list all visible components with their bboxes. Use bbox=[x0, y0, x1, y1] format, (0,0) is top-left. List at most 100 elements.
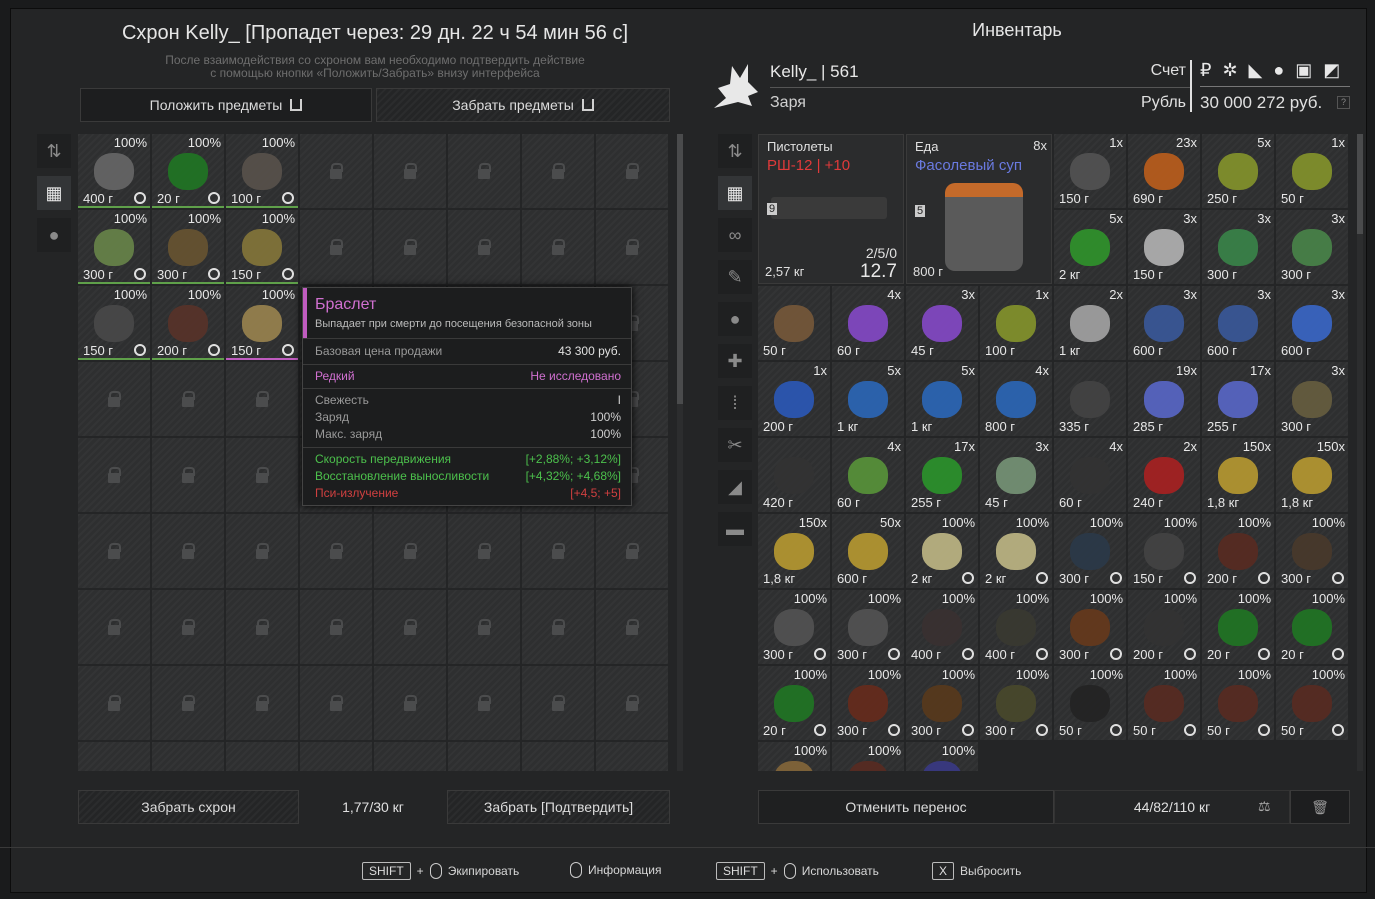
item-slot[interactable]: 100% 20 г bbox=[1202, 590, 1274, 664]
confirm-take-button[interactable]: Забрать [Подтвердить] bbox=[447, 790, 670, 824]
item-image bbox=[773, 381, 815, 419]
item-slot[interactable]: 100% 20 г bbox=[758, 666, 830, 740]
tools-filter-icon[interactable]: ✂ bbox=[718, 428, 752, 462]
item-slot[interactable]: 100% 150 г bbox=[1128, 514, 1200, 588]
item-slot[interactable]: 3x 45 г bbox=[906, 286, 978, 360]
locked-slot bbox=[448, 742, 520, 771]
item-slot[interactable]: 100% 2 кг bbox=[906, 514, 978, 588]
item-slot[interactable]: 100% 400 г bbox=[906, 590, 978, 664]
trash-button[interactable]: 🗑 bbox=[1290, 790, 1350, 824]
item-slot[interactable]: 150x 1,8 кг bbox=[758, 514, 830, 588]
item-slot[interactable]: 150x 1,8 кг bbox=[1276, 438, 1348, 512]
item-slot[interactable]: 100% 300 г bbox=[832, 666, 904, 740]
item-slot[interactable]: 3x 600 г bbox=[1128, 286, 1200, 360]
item-slot[interactable]: 100% 2 кг bbox=[980, 514, 1052, 588]
item-slot[interactable]: 100% 50 г bbox=[1202, 666, 1274, 740]
sort-icon[interactable]: ⇅ bbox=[37, 134, 71, 168]
inventory-scrollbar[interactable] bbox=[1357, 134, 1363, 771]
item-slot[interactable]: 4x 60 г bbox=[1054, 438, 1126, 512]
item-slot[interactable]: 100% 50 г bbox=[1054, 666, 1126, 740]
item-slot[interactable]: 100% 100 г bbox=[226, 134, 298, 208]
item-slot[interactable]: 100% 300 г bbox=[78, 210, 150, 284]
item-slot[interactable]: 100% 200 г bbox=[1128, 590, 1200, 664]
item-slot[interactable]: 5x 250 г bbox=[1202, 134, 1274, 208]
take-stash-button[interactable]: Забрать схрон bbox=[78, 790, 299, 824]
item-slot[interactable]: 100% 400 г bbox=[78, 134, 150, 208]
grid-view-icon[interactable]: ▦ bbox=[37, 176, 71, 210]
item-slot[interactable]: 100% 300 г bbox=[152, 210, 224, 284]
item-slot[interactable]: 5x 1 кг bbox=[832, 362, 904, 436]
item-slot[interactable]: 100% bbox=[906, 742, 978, 771]
sort-icon[interactable]: ⇅ bbox=[718, 134, 752, 168]
item-slot[interactable]: 100% 150 г bbox=[226, 286, 298, 360]
currency-icons[interactable]: ₽ ✲ ◣ ● ▣ ◩ bbox=[1200, 60, 1343, 81]
take-items-button[interactable]: Забрать предметы bbox=[376, 88, 670, 122]
item-slot[interactable]: 3x 300 г bbox=[1276, 210, 1348, 284]
item-slot[interactable]: 5x 2 кг bbox=[1054, 210, 1126, 284]
item-price: 300 г bbox=[837, 723, 868, 738]
item-slot[interactable]: 100% 300 г bbox=[832, 590, 904, 664]
armor-filter-icon[interactable]: ◢ bbox=[718, 470, 752, 504]
item-slot[interactable]: 100% 50 г bbox=[1276, 666, 1348, 740]
item-slot[interactable]: 5x 1 кг bbox=[906, 362, 978, 436]
item-slot[interactable]: 17x 255 г bbox=[1202, 362, 1274, 436]
item-slot[interactable]: 100% 300 г bbox=[1054, 590, 1126, 664]
item-slot[interactable]: 3x 300 г bbox=[1202, 210, 1274, 284]
item-slot[interactable]: 1x 150 г bbox=[1054, 134, 1126, 208]
item-slot[interactable]: 3x 300 г bbox=[1276, 362, 1348, 436]
item-slot[interactable]: 1x 50 г bbox=[1276, 134, 1348, 208]
pistol-item[interactable]: Пистолеты РШ-12 | +10 9 2/5/0 12.7 2,57 … bbox=[758, 134, 904, 284]
item-slot[interactable]: 1x 100 г bbox=[980, 286, 1052, 360]
clock-icon bbox=[1184, 572, 1196, 584]
item-slot[interactable]: 150x 1,8 кг bbox=[1202, 438, 1274, 512]
weapon-filter-icon[interactable]: ✎ bbox=[718, 260, 752, 294]
container-filter-icon[interactable]: ▬ bbox=[718, 512, 752, 546]
artifact-filter-icon[interactable]: ● bbox=[37, 218, 71, 252]
item-slot[interactable]: 100% 150 г bbox=[78, 286, 150, 360]
item-slot[interactable]: 100% 200 г bbox=[1202, 514, 1274, 588]
item-slot[interactable]: 335 г bbox=[1054, 362, 1126, 436]
item-slot[interactable]: 100% 300 г bbox=[1276, 514, 1348, 588]
ammo-filter-icon[interactable]: ⁞ bbox=[718, 386, 752, 420]
item-image bbox=[1291, 153, 1333, 191]
item-slot[interactable]: 4x 60 г bbox=[832, 286, 904, 360]
item-slot[interactable]: 100% 200 г bbox=[152, 286, 224, 360]
item-price: 300 г bbox=[1059, 571, 1090, 586]
item-slot[interactable]: 3x 45 г bbox=[980, 438, 1052, 512]
item-slot[interactable]: 100% 300 г bbox=[906, 666, 978, 740]
artifact-filter-icon[interactable]: ● bbox=[718, 302, 752, 336]
stash-scrollbar[interactable] bbox=[677, 134, 683, 771]
item-slot[interactable]: 3x 150 г bbox=[1128, 210, 1200, 284]
food-item[interactable]: Еда 8x Фасолевый суп 5 800 г bbox=[906, 134, 1052, 284]
item-slot[interactable]: 100% 300 г bbox=[1054, 514, 1126, 588]
item-slot[interactable]: 100% 50 г bbox=[1128, 666, 1200, 740]
help-icon[interactable]: ? bbox=[1337, 96, 1350, 109]
item-slot[interactable]: 100% bbox=[832, 742, 904, 771]
item-slot[interactable]: 100% 300 г bbox=[758, 590, 830, 664]
put-items-button[interactable]: Положить предметы bbox=[80, 88, 372, 122]
item-slot[interactable]: 50 г bbox=[758, 286, 830, 360]
item-slot[interactable]: 100% 150 г bbox=[226, 210, 298, 284]
medkit-filter-icon[interactable]: ✚ bbox=[718, 344, 752, 378]
item-slot[interactable]: 100% 400 г bbox=[980, 590, 1052, 664]
item-slot[interactable]: 2x 1 кг bbox=[1054, 286, 1126, 360]
item-slot[interactable]: 1x 200 г bbox=[758, 362, 830, 436]
item-slot[interactable]: 4x 60 г bbox=[832, 438, 904, 512]
item-slot[interactable]: 19x 285 г bbox=[1128, 362, 1200, 436]
item-slot[interactable]: 50x 600 г bbox=[832, 514, 904, 588]
item-slot[interactable]: 3x 600 г bbox=[1202, 286, 1274, 360]
attachment-filter-icon[interactable]: ∞ bbox=[718, 218, 752, 252]
item-slot[interactable]: 4x 800 г bbox=[980, 362, 1052, 436]
item-price: 300 г bbox=[911, 723, 942, 738]
item-slot[interactable]: 100% 20 г bbox=[1276, 590, 1348, 664]
item-slot[interactable]: 17x 255 г bbox=[906, 438, 978, 512]
item-slot[interactable]: 100% 20 г bbox=[152, 134, 224, 208]
cancel-transfer-button[interactable]: Отменить перенос bbox=[758, 790, 1054, 824]
item-slot[interactable]: 100% 300 г bbox=[980, 666, 1052, 740]
item-slot[interactable]: 2x 240 г bbox=[1128, 438, 1200, 512]
grid-view-icon[interactable]: ▦ bbox=[718, 176, 752, 210]
item-slot[interactable]: 23x 690 г bbox=[1128, 134, 1200, 208]
item-slot[interactable]: 100% bbox=[758, 742, 830, 771]
item-slot[interactable]: 3x 600 г bbox=[1276, 286, 1348, 360]
item-slot[interactable]: 420 г bbox=[758, 438, 830, 512]
